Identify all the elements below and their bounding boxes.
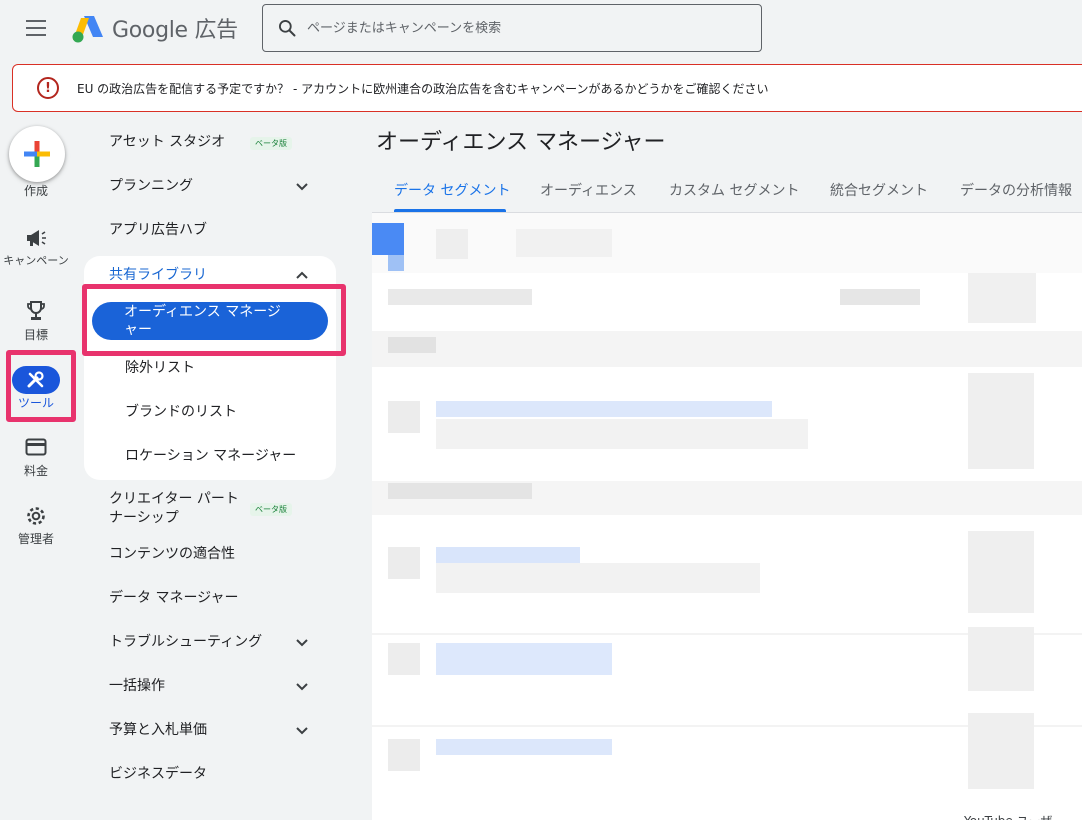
nav-brand-lists[interactable]: ブランドのリスト xyxy=(125,401,237,421)
nav-troubleshooting[interactable]: トラブルシューティング xyxy=(109,632,262,652)
menu-icon[interactable] xyxy=(26,20,46,36)
nav-data-manager[interactable]: データ マネージャー xyxy=(109,588,238,608)
nav-content-suitability[interactable]: コンテンツの適合性 xyxy=(109,544,235,564)
row-metric xyxy=(968,627,1034,691)
row-metric xyxy=(968,373,1034,469)
nav-shared-library[interactable]: 共有ライブラリ xyxy=(109,264,207,284)
group-label xyxy=(388,337,436,353)
search-icon xyxy=(279,20,296,37)
logo-text: Google 広告 xyxy=(112,18,238,43)
nav-app-ads-hub[interactable]: アプリ広告ハブ xyxy=(109,220,207,240)
alert-text: EU の政治広告を配信する予定ですか？ - アカウントに欧州連合の政治広告を含む… xyxy=(77,81,769,96)
nav-asset-studio[interactable]: アセット スタジオ xyxy=(109,132,225,152)
credit-card-icon[interactable] xyxy=(1,438,71,456)
segments-table-blurred xyxy=(372,213,1082,820)
column-header xyxy=(388,289,532,305)
search-box[interactable] xyxy=(262,4,762,52)
toolbar-row xyxy=(372,213,1082,273)
toolbar-item xyxy=(436,229,468,259)
nav-exclusion-lists[interactable]: 除外リスト xyxy=(125,357,195,377)
trophy-icon[interactable] xyxy=(1,300,71,322)
tab-data-insights[interactable]: データの分析情報 xyxy=(960,180,1072,200)
rail-create-label: 作成 xyxy=(23,184,48,198)
segment-name-link[interactable] xyxy=(436,401,772,417)
create-button[interactable] xyxy=(9,126,65,182)
google-ads-logo[interactable]: Google 広告 xyxy=(72,13,238,43)
plus-icon xyxy=(24,141,50,167)
nav-business-data[interactable]: ビジネスデータ xyxy=(109,764,207,784)
row-metric xyxy=(968,531,1034,613)
rail-campaigns-label[interactable]: キャンペーン xyxy=(1,254,71,267)
rail-admin-label[interactable]: 管理者 xyxy=(1,533,71,546)
row-checkbox[interactable] xyxy=(388,547,420,579)
row-checkbox[interactable] xyxy=(388,739,420,771)
beta-badge: ベータ版 xyxy=(250,503,292,516)
eu-political-ads-alert[interactable]: ! EU の政治広告を配信する予定ですか？ - アカウントに欧州連合の政治広告を… xyxy=(12,64,1082,112)
tab-custom-segments[interactable]: カスタム セグメント xyxy=(669,180,799,200)
google-ads-logo-icon xyxy=(72,16,103,43)
tab-audiences[interactable]: オーディエンス xyxy=(540,180,637,200)
nav-planning[interactable]: プランニング xyxy=(109,176,193,196)
chevron-up-icon[interactable] xyxy=(294,267,310,283)
group-row xyxy=(372,331,1082,367)
segment-name-link[interactable] xyxy=(436,739,612,755)
chevron-down-icon[interactable] xyxy=(294,723,310,739)
nav-budgets-bidding[interactable]: 予算と入札単価 xyxy=(109,720,207,740)
column-header xyxy=(840,289,920,305)
row-checkbox[interactable] xyxy=(388,643,420,675)
audience-manager-highlight-box xyxy=(82,284,346,356)
rail-goals-label[interactable]: 目標 xyxy=(1,329,71,342)
tools-highlight-box xyxy=(6,350,76,422)
nav-creator-partnership-line2[interactable]: ナーシップ xyxy=(109,508,179,528)
beta-badge: ベータ版 xyxy=(250,137,292,150)
row-metric xyxy=(968,713,1034,789)
search-input[interactable] xyxy=(307,20,727,36)
chevron-down-icon[interactable] xyxy=(294,635,310,651)
segment-name-link[interactable] xyxy=(436,643,612,675)
chevron-down-icon[interactable] xyxy=(294,179,310,195)
rail-billing-label[interactable]: 料金 xyxy=(1,465,71,478)
nav-creator-partnership-line1[interactable]: クリエイター パート xyxy=(109,489,239,509)
nav-location-manager[interactable]: ロケーション マネージャー xyxy=(125,445,296,465)
column-header xyxy=(968,273,1036,323)
toolbar-decoration xyxy=(388,255,404,271)
cut-off-cell-text: YouTube ユーザ xyxy=(964,812,1053,820)
gear-icon[interactable] xyxy=(1,505,71,527)
group-label xyxy=(388,483,532,499)
chevron-down-icon[interactable] xyxy=(294,679,310,695)
tab-data-segments[interactable]: データ セグメント xyxy=(394,180,510,200)
filter-button[interactable] xyxy=(372,223,404,255)
row-checkbox[interactable] xyxy=(388,401,420,433)
segment-description xyxy=(436,419,808,449)
segment-name-link[interactable] xyxy=(436,547,580,563)
megaphone-icon[interactable] xyxy=(1,228,71,248)
segment-description xyxy=(436,563,760,593)
error-icon: ! xyxy=(37,77,59,99)
tab-combined-segments[interactable]: 統合セグメント xyxy=(830,180,928,200)
page-title: オーディエンス マネージャー xyxy=(376,130,666,155)
toolbar-item xyxy=(516,229,612,257)
nav-bulk-actions[interactable]: 一括操作 xyxy=(109,676,165,696)
